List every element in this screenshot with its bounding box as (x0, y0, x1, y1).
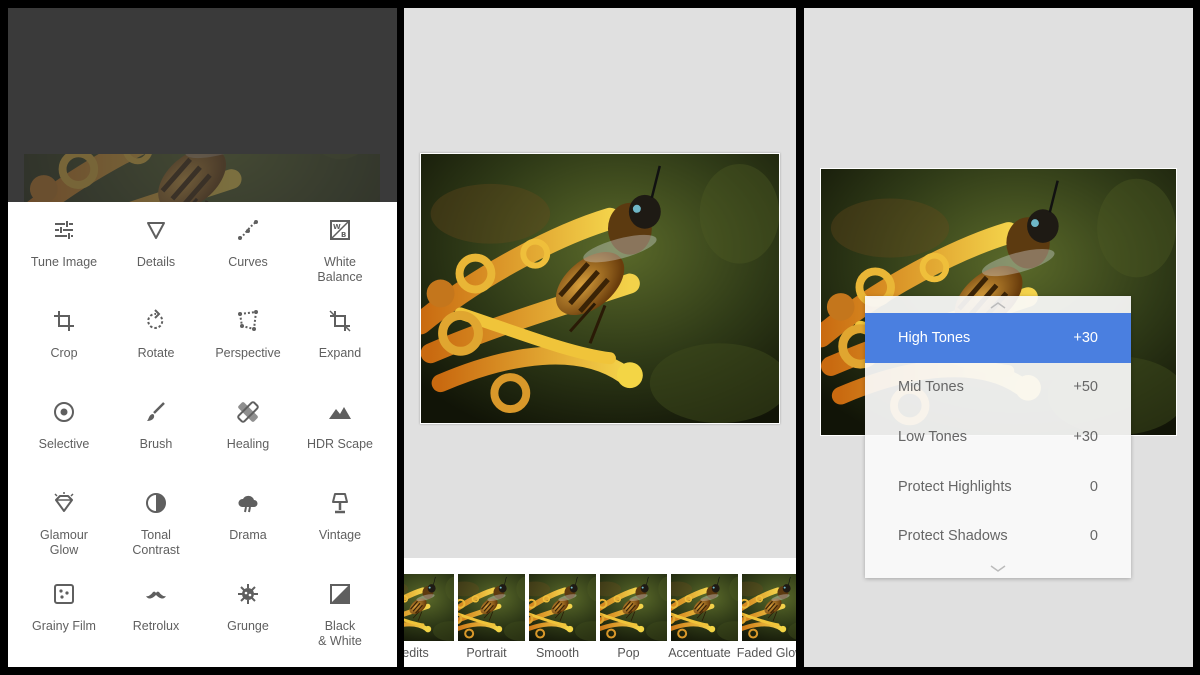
look-thumbnail-faded-glow[interactable] (742, 574, 796, 641)
triangle-down-icon (142, 216, 170, 244)
tool-label: Expand (318, 346, 362, 360)
chevron-up-icon[interactable] (865, 296, 1131, 313)
tool-rotate[interactable]: Rotate (110, 303, 202, 394)
curves-icon (234, 216, 262, 244)
tool-details[interactable]: Details (110, 212, 202, 303)
tool-selective[interactable]: Selective (18, 394, 110, 485)
tool-tonal-contrast[interactable]: Tonal Contrast (110, 485, 202, 576)
adjustment-label: Mid Tones (898, 379, 964, 396)
tune-screen: High Tones +30 Mid Tones +50 Low Tones +30 Pro… (804, 8, 1193, 667)
tool-label: Black & White (318, 619, 362, 648)
mountains-icon (326, 398, 354, 426)
tool-label: Glamour Glow (40, 528, 88, 557)
tool-perspective[interactable]: Perspective (202, 303, 294, 394)
look-label-faded-glow[interactable]: Faded Glow (735, 646, 796, 660)
tool-tune-image[interactable]: Tune Image (18, 212, 110, 303)
grunge-icon (234, 580, 262, 608)
sliders-icon (50, 216, 78, 244)
white-balance-icon: WB (326, 216, 354, 244)
tool-grunge[interactable]: Grunge (202, 576, 294, 667)
tools-sheet: Tune Image Details Curves W B White Balance Cr… (8, 202, 397, 667)
tool-label: Grainy Film (32, 619, 96, 633)
look-thumbnail-edits[interactable] (404, 574, 454, 641)
photo-preview (420, 153, 780, 424)
tonal-contrast-icon (142, 489, 170, 517)
bandage-icon (234, 398, 262, 426)
tool-label: Retrolux (132, 619, 180, 633)
tool-label: Curves (228, 255, 268, 269)
adjustment-value: +30 (1073, 329, 1098, 346)
target-icon (50, 398, 78, 426)
tool-label: Vintage (318, 528, 362, 542)
looks-strip: edits Portrait Smooth Pop Accentuate Faded Gl… (404, 558, 796, 667)
adjustment-value: 0 (1089, 528, 1098, 545)
adjustment-row-high-tones[interactable]: High Tones +30 (865, 313, 1131, 363)
adjustment-value: 0 (1089, 478, 1098, 495)
tool-vintage[interactable]: Vintage (294, 485, 386, 576)
grain-icon (50, 580, 78, 608)
tool-label: Brush (139, 437, 173, 451)
looks-screen: edits Portrait Smooth Pop Accentuate Faded Gl… (404, 8, 796, 667)
crop-icon (50, 307, 78, 335)
tool-hdr-scape[interactable]: HDR Scape (294, 394, 386, 485)
svg-text:W: W (333, 223, 341, 231)
svg-text:B: B (341, 231, 346, 239)
adjustment-value: +30 (1073, 428, 1098, 445)
adjustment-label: Low Tones (898, 428, 968, 445)
adjustment-label: High Tones (898, 329, 971, 346)
expand-icon (326, 307, 354, 335)
look-thumbnail-accentuate[interactable] (671, 574, 738, 641)
tool-black-white[interactable]: Black & White (294, 576, 386, 667)
tool-label: Tonal Contrast (132, 528, 180, 557)
adjustment-row-protect-shadows[interactable]: Protect Shadows 0 (865, 511, 1131, 561)
lamp-icon (326, 489, 354, 517)
brush-icon (142, 398, 170, 426)
perspective-icon (234, 307, 262, 335)
mustache-icon (142, 580, 170, 608)
tool-healing[interactable]: Healing (202, 394, 294, 485)
adjustment-value: +50 (1073, 379, 1098, 396)
look-label-edits[interactable]: edits (404, 646, 451, 660)
tool-label: Grunge (227, 619, 269, 633)
black-white-icon (326, 580, 354, 608)
tool-label: Healing (226, 437, 270, 451)
tool-glamour-glow[interactable]: Glamour Glow (18, 485, 110, 576)
look-thumbnail-portrait[interactable] (458, 574, 525, 641)
tool-brush[interactable]: Brush (110, 394, 202, 485)
tool-grainy-film[interactable]: Grainy Film (18, 576, 110, 667)
tool-curves[interactable]: Curves (202, 212, 294, 303)
tool-label: Drama (229, 528, 267, 542)
tool-crop[interactable]: Crop (18, 303, 110, 394)
diamond-icon (50, 489, 78, 517)
tool-label: HDR Scape (307, 437, 373, 451)
rotate-icon (142, 307, 170, 335)
chevron-down-icon[interactable] (865, 561, 1131, 578)
tool-drama[interactable]: Drama (202, 485, 294, 576)
adjustment-label: Protect Highlights (898, 478, 1012, 495)
tools-screen: Tune Image Details Curves W B White Balance Cr… (8, 8, 397, 667)
tune-adjustment-menu: High Tones +30 Mid Tones +50 Low Tones +30 Pro… (865, 296, 1131, 578)
look-label-portrait[interactable]: Portrait (451, 646, 522, 660)
look-thumbnail-smooth[interactable] (529, 574, 596, 641)
look-label-accentuate[interactable]: Accentuate (664, 646, 735, 660)
adjustment-row-low-tones[interactable]: Low Tones +30 (865, 412, 1131, 462)
tool-label: Selective (38, 437, 90, 451)
tool-expand[interactable]: Expand (294, 303, 386, 394)
look-label-pop[interactable]: Pop (593, 646, 664, 660)
adjustment-row-protect-highlights[interactable]: Protect Highlights 0 (865, 462, 1131, 512)
tool-label: White Balance (317, 255, 363, 284)
tool-label: Crop (50, 346, 78, 360)
tool-label: Rotate (137, 346, 175, 360)
look-label-smooth[interactable]: Smooth (522, 646, 593, 660)
cloud-icon (234, 489, 262, 517)
tool-white-balance[interactable]: W B White Balance (294, 212, 386, 303)
look-thumbnail-pop[interactable] (600, 574, 667, 641)
tool-label: Perspective (215, 346, 281, 360)
tools-grid: Tune Image Details Curves W B White Balance Cr… (8, 202, 397, 667)
tool-retrolux[interactable]: Retrolux (110, 576, 202, 667)
tool-label: Tune Image (30, 255, 98, 269)
tool-label: Details (136, 255, 176, 269)
adjustment-row-mid-tones[interactable]: Mid Tones +50 (865, 363, 1131, 413)
adjustment-label: Protect Shadows (898, 528, 1008, 545)
